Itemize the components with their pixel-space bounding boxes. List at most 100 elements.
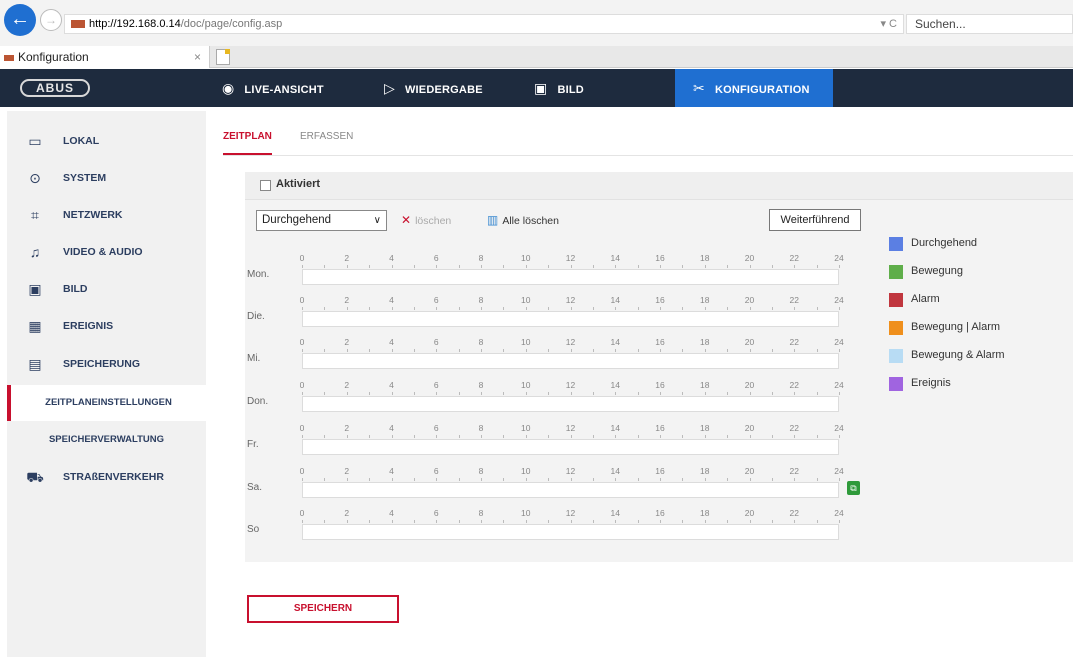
hour-mark (615, 307, 617, 310)
hour-mark (682, 435, 684, 438)
nav-konfiguration[interactable]: ✂ KONFIGURATION (675, 69, 833, 107)
sidebar-item-label: BILD (63, 283, 88, 295)
browser-toolbar: ← → http://192.168.0.14/doc/page/config.… (0, 0, 1073, 46)
sidebar-item-bild[interactable]: ▣ BILD (7, 271, 206, 307)
nav-live-ansicht[interactable]: ◉ LIVE-ANSICHT (222, 69, 324, 107)
sidebar-subitem-speicherverwaltung[interactable]: SPEICHERVERWALTUNG (7, 422, 206, 458)
sidebar-item-label: SYSTEM (63, 172, 107, 184)
hour-mark (481, 478, 482, 481)
delete-button[interactable]: ✕ löschen (401, 213, 451, 227)
monitor-icon: ▭ (28, 133, 42, 149)
delete-all-button[interactable]: ▥ Alle löschen (487, 213, 559, 227)
nav-bild[interactable]: ▣ BILD (534, 69, 584, 107)
legend-item: Bewegung | Alarm (889, 319, 1069, 337)
hour-mark (458, 307, 460, 310)
hour-tick-label: 14 (610, 253, 620, 263)
hour-mark (682, 265, 684, 268)
browser-tab[interactable]: Konfiguration × (0, 46, 210, 68)
hour-mark (346, 435, 348, 438)
hour-tick-label: 2 (344, 337, 350, 347)
tab-erfassen[interactable]: ERFASSEN (300, 131, 353, 142)
back-button[interactable]: ← (4, 4, 36, 36)
enabled-checkbox[interactable] (260, 180, 271, 191)
refresh-icon[interactable]: ▾ C (880, 15, 897, 33)
browser-search-input[interactable]: Suchen... (906, 14, 1073, 34)
hour-tick-label: 8 (478, 295, 484, 305)
forward-button[interactable]: → (40, 9, 62, 31)
hour-mark (839, 392, 840, 395)
hour-mark (839, 307, 840, 310)
hour-mark (346, 392, 348, 395)
hour-mark (682, 307, 684, 310)
hour-tick-label: 12 (565, 253, 576, 263)
hour-mark (771, 307, 773, 310)
tab-close-icon[interactable]: × (194, 46, 201, 68)
hour-tick-label: 10 (521, 337, 531, 347)
system-icon: ⊙ (29, 170, 41, 186)
sidebar-item-label: LOKAL (63, 135, 100, 147)
hour-mark (302, 392, 303, 395)
address-bar[interactable]: http://192.168.0.14/doc/page/config.asp … (64, 14, 904, 34)
copy-icon[interactable]: ⧉ (847, 481, 860, 495)
hour-mark (503, 265, 505, 268)
sidebar-item-video-audio[interactable]: ♫ VIDEO & AUDIO (7, 234, 206, 270)
legend-swatch (889, 237, 903, 251)
hour-mark (637, 520, 639, 523)
hour-tick-label: 20 (744, 295, 755, 305)
hour-mark (413, 307, 415, 310)
hour-mark (682, 520, 684, 523)
day-timeline-bar[interactable] (302, 482, 839, 498)
save-button[interactable]: SPEICHERN (247, 595, 399, 623)
legend-item: Ereignis (889, 375, 1069, 393)
day-timeline-bar[interactable] (302, 439, 839, 455)
hour-tick-label: 10 (521, 253, 531, 263)
hour-mark (458, 478, 460, 481)
sidebar-item-lokal[interactable]: ▭ LOKAL (7, 123, 206, 159)
day-timeline-bar[interactable] (302, 269, 839, 285)
hour-mark (794, 265, 796, 268)
hour-mark (458, 265, 460, 268)
advanced-button[interactable]: Weiterführend (769, 209, 861, 231)
hour-tick-label: 8 (478, 253, 484, 263)
tab-zeitplan[interactable]: ZEITPLAN (223, 131, 272, 155)
hour-mark (727, 520, 729, 523)
hour-mark (525, 478, 527, 481)
sidebar-item-strassenverkehr[interactable]: ⛟ STRAßENVERKEHR (7, 459, 206, 495)
hour-mark (660, 265, 661, 268)
hour-mark (749, 307, 751, 310)
hour-mark (458, 392, 460, 395)
hour-tick-label: 2 (344, 253, 350, 263)
hour-tick-label: 4 (389, 423, 394, 433)
sidebar-item-system[interactable]: ⊙ SYSTEM (7, 160, 206, 196)
hour-mark (346, 265, 348, 268)
hour-tick-label: 0 (299, 337, 305, 347)
url-host: http://192.168.0.14 (89, 18, 181, 30)
hour-mark (481, 520, 482, 523)
new-tab-icon[interactable] (216, 49, 230, 65)
hour-mark (346, 478, 348, 481)
hour-mark (771, 435, 773, 438)
image-icon: ▣ (28, 281, 42, 297)
sidebar-item-ereignis[interactable]: ▦ EREIGNIS (7, 308, 206, 344)
day-timeline-bar[interactable] (302, 311, 839, 327)
sidebar-item-netzwerk[interactable]: ⌗ NETZWERK (7, 197, 206, 233)
day-timeline-bar[interactable] (302, 353, 839, 369)
hour-mark (816, 265, 818, 268)
hour-tick-label: 20 (744, 380, 755, 390)
nav-wiedergabe[interactable]: ▷ WIEDERGABE (384, 69, 483, 107)
hour-tick-label: 0 (299, 423, 305, 433)
sidebar: ▭ LOKAL ⊙ SYSTEM ⌗ NETZWERK ♫ VIDEO & AUDIO … (7, 111, 206, 657)
schedule-type-select[interactable]: Durchgehend ∨ (256, 210, 387, 231)
sidebar-subitem-zeitplaneinstellungen[interactable]: ZEITPLANEINSTELLUNGEN (7, 385, 206, 421)
hour-tick-label: 18 (700, 423, 710, 433)
legend-swatch (889, 349, 903, 363)
hour-mark (794, 478, 796, 481)
hour-tick-label: 18 (700, 380, 710, 390)
hour-tick-label: 22 (789, 508, 799, 518)
trash-icon: ▥ (487, 213, 499, 227)
day-timeline-bar[interactable] (302, 396, 839, 412)
day-timeline-bar[interactable] (302, 524, 839, 540)
hour-mark (481, 392, 482, 395)
hour-tick-label: 6 (433, 295, 439, 305)
sidebar-item-speicherung[interactable]: ▤ SPEICHERUNG (7, 346, 206, 382)
